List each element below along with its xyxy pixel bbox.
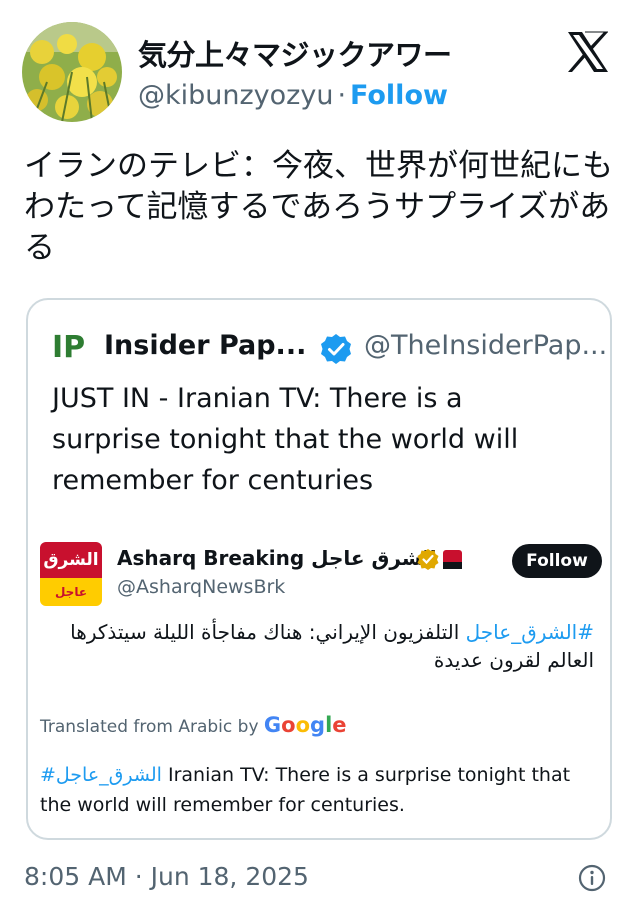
- embedded-follow-button: Follow: [512, 544, 602, 578]
- info-icon[interactable]: [578, 864, 606, 892]
- google-logo: Google: [263, 713, 347, 737]
- timestamp[interactable]: 8:05 AM · Jun 18, 2025: [24, 862, 309, 891]
- avatar[interactable]: [22, 22, 122, 122]
- author-meta: @kibunzyozyu · Follow: [138, 80, 448, 111]
- follow-button[interactable]: Follow: [350, 80, 448, 111]
- embedded-tweet-image: الشرق عاجل Asharq Breaking الشرق عاجل @A…: [40, 538, 602, 828]
- embedded-badges: [417, 548, 463, 572]
- quoted-author-handle[interactable]: @TheInsiderPap...: [364, 330, 607, 361]
- asharq-logo: الشرق عاجل: [40, 542, 102, 606]
- tweet-header: 気分上々マジックアワー @kibunzyozyu · Follow: [22, 22, 622, 122]
- author-name[interactable]: 気分上々マジックアワー: [138, 32, 452, 74]
- quoted-tweet[interactable]: IP Insider Pap... @TheInsiderPap... JUST…: [26, 298, 612, 840]
- translated-label-text: Translated from Arabic by: [40, 717, 259, 737]
- tweet-text: イランのテレビ：今夜、世界が何世紀にもわたって記憶するであろうサプライズがある: [24, 148, 613, 266]
- embedded-hashtag: #الشرق_عاجل: [465, 620, 594, 644]
- insider-paper-logo: IP: [52, 330, 86, 365]
- embedded-author-name: Asharq Breaking الشرق عاجل: [117, 546, 437, 570]
- quoted-author-name[interactable]: Insider Pap...: [104, 330, 306, 361]
- asharq-logo-top: الشرق: [40, 542, 102, 578]
- embedded-arabic-text: #الشرق_عاجل التلفزيون الإيراني: هناك مفا…: [44, 618, 594, 674]
- embedded-author-handle: @AsharqNewsBrk: [117, 576, 286, 598]
- author-handle[interactable]: @kibunzyozyu: [138, 80, 333, 111]
- quoted-tweet-header: IP Insider Pap... @TheInsiderPap...: [52, 328, 607, 368]
- embedded-translation: #الشرق_عاجل Iranian TV: There is a surpr…: [40, 760, 595, 820]
- separator-dot: ·: [337, 80, 347, 111]
- tweet-footer: 8:05 AM · Jun 18, 2025: [24, 862, 616, 898]
- verified-badge-icon: [320, 333, 352, 365]
- quoted-tweet-text: JUST IN - Iranian TV: There is a surpris…: [52, 383, 519, 496]
- translated-from-label: Translated from Arabic by Google: [40, 713, 347, 737]
- x-logo-icon[interactable]: [564, 28, 612, 76]
- translation-hashtag: #الشرق_عاجل: [40, 764, 162, 786]
- asharq-logo-bottom: عاجل: [40, 578, 102, 606]
